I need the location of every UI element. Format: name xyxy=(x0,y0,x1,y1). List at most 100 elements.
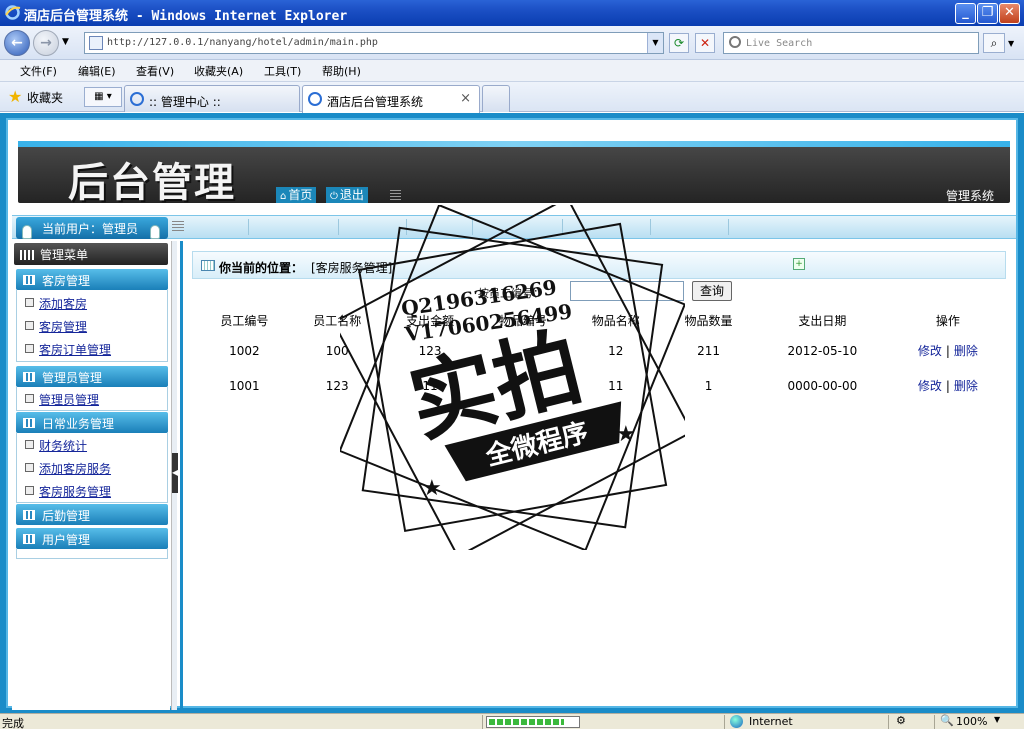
table-row: 1002 100 123 12 211 2012-05-10 修改 | 删除 xyxy=(198,333,1006,368)
search-field[interactable]: Live Search xyxy=(723,32,979,54)
close-tab-icon[interactable]: × xyxy=(460,91,471,106)
zoom-level[interactable]: 100% xyxy=(956,715,987,728)
column-header: 物品名称 xyxy=(591,313,640,328)
table-cell: 100 xyxy=(325,343,349,358)
breadcrumb-label: 你当前的位置： xyxy=(219,261,304,275)
home-button[interactable]: ⌂ 首页 xyxy=(276,187,317,203)
site-logo: 后台管理 xyxy=(68,160,236,206)
book-icon xyxy=(23,372,35,382)
sidebar-section-rooms[interactable]: 客房管理 xyxy=(16,269,168,290)
table-cell xyxy=(476,333,569,368)
table-cell: 123 xyxy=(418,343,442,358)
add-icon[interactable]: + xyxy=(793,258,805,270)
column-header: 员工名称 xyxy=(313,313,362,328)
sidebar-section-daily[interactable]: 日常业务管理 xyxy=(16,412,168,433)
restore-button[interactable]: ❐ xyxy=(977,3,998,24)
search-label: 按员工编号： xyxy=(478,287,544,300)
quick-tabs-icon[interactable]: ▦ ▾ xyxy=(84,87,122,107)
admin-frame: 后台管理 ⌂ 首页 ⏻ 退出 管理系统 当前用户：管理员 管理菜单 客房管理 添… xyxy=(6,118,1018,710)
address-toolbar: ← → ▼ http://127.0.0.1/nanyang/hotel/adm… xyxy=(0,26,1024,60)
tab-bar: ★ 收藏夹 ▦ ▾ :: 管理中心 :: 酒店后台管理系统 × xyxy=(0,82,1024,113)
search-go-button[interactable]: ⌕ xyxy=(983,33,1005,53)
address-text: http://127.0.0.1/nanyang/hotel/admin/mai… xyxy=(107,37,378,48)
tab-hotel-admin[interactable]: 酒店后台管理系统 × xyxy=(302,85,480,113)
sidebar-submenu-rooms: 添加客房 客房管理 客房订单管理 xyxy=(16,290,168,362)
menu-bar: 文件(F) 编辑(E) 查看(V) 收藏夹(A) 工具(T) 帮助(H) xyxy=(0,60,1024,82)
pin-icon xyxy=(150,225,160,239)
forward-button[interactable]: → xyxy=(33,30,59,56)
minimize-button[interactable]: _ xyxy=(955,3,976,24)
row-actions: 修改 | 删除 xyxy=(917,379,978,393)
column-header: 支出日期 xyxy=(798,313,847,328)
edit-link[interactable]: 修改 xyxy=(918,344,942,358)
favorites-button[interactable]: 收藏夹 xyxy=(27,89,63,106)
doc-icon xyxy=(25,394,34,403)
address-field[interactable]: http://127.0.0.1/nanyang/hotel/admin/mai… xyxy=(84,32,664,54)
back-button[interactable]: ← xyxy=(4,30,30,56)
divider xyxy=(562,219,563,235)
query-button[interactable]: 查询 xyxy=(692,281,732,301)
new-tab-button[interactable] xyxy=(482,85,510,112)
doc-icon xyxy=(25,344,34,353)
window-titlebar: 酒店后台管理系统 - Windows Internet Explorer _ ❐… xyxy=(0,0,1024,26)
stop-icon[interactable]: ✕ xyxy=(695,33,715,53)
delete-link[interactable]: 删除 xyxy=(954,379,978,393)
book-icon xyxy=(23,510,35,520)
divider xyxy=(650,219,651,235)
sidebar-section-users[interactable]: 用户管理 xyxy=(16,528,168,549)
table-cell: 1002 xyxy=(229,343,260,358)
doc-icon xyxy=(25,486,34,495)
doc-icon xyxy=(25,463,34,472)
logout-button[interactable]: ⏻ 退出 xyxy=(326,187,368,203)
column-header: 员工编号 xyxy=(220,313,269,328)
book-icon xyxy=(23,275,35,285)
breadcrumb-current: [客房服务管理] xyxy=(311,261,393,275)
zoom-dropdown-icon[interactable]: ▼ xyxy=(994,715,1000,724)
sidebar-section-admins[interactable]: 管理员管理 xyxy=(16,366,168,387)
column-header: 支出金额 xyxy=(406,313,455,328)
history-dropdown-icon[interactable]: ▼ xyxy=(62,37,69,47)
table-cell xyxy=(476,368,569,403)
list-icon xyxy=(201,260,215,271)
favorites-star-icon[interactable]: ★ xyxy=(8,87,22,106)
home-icon: ⌂ xyxy=(280,191,287,202)
sidebar-submenu-users xyxy=(16,549,168,559)
sidebar-splitter[interactable]: ◀ xyxy=(171,241,178,710)
power-icon: ⏻ xyxy=(330,191,338,202)
close-window-button[interactable]: ✕ xyxy=(999,3,1020,24)
menu-view[interactable]: 查看(V) xyxy=(136,63,174,79)
breadcrumb: 你当前的位置： [客房服务管理] + xyxy=(192,251,1006,279)
divider xyxy=(728,219,729,235)
tab-admin-center[interactable]: :: 管理中心 :: xyxy=(124,85,300,112)
collapse-arrow-icon[interactable]: ◀ xyxy=(172,453,178,493)
employee-id-input[interactable] xyxy=(570,281,684,301)
refresh-icon[interactable]: ⟳ xyxy=(669,33,689,53)
menu-file[interactable]: 文件(F) xyxy=(20,63,57,79)
status-bar: 完成 Internet ⚙ 🔍 100% ▼ xyxy=(0,713,1024,730)
menu-help[interactable]: 帮助(H) xyxy=(322,63,361,79)
security-zone: Internet xyxy=(749,715,793,728)
table-cell: 123 xyxy=(325,378,349,393)
doc-icon xyxy=(25,298,34,307)
row-actions: 修改 | 删除 xyxy=(917,344,978,358)
sidebar-section-logistics[interactable]: 后勤管理 xyxy=(16,504,168,525)
divider xyxy=(482,715,483,729)
menu-edit[interactable]: 编辑(E) xyxy=(78,63,116,79)
search-options-icon[interactable]: ▼ xyxy=(1008,39,1014,48)
divider xyxy=(472,219,473,235)
menu-tools[interactable]: 工具(T) xyxy=(264,63,301,79)
edit-link[interactable]: 修改 xyxy=(918,379,942,393)
address-dropdown-icon[interactable]: ▼ xyxy=(647,33,663,53)
table-cell: 1 xyxy=(704,378,713,393)
page-viewport: 后台管理 ⌂ 首页 ⏻ 退出 管理系统 当前用户：管理员 管理菜单 客房管理 添… xyxy=(0,113,1024,713)
page-icon xyxy=(89,36,103,50)
protected-mode-icon[interactable]: ⚙ xyxy=(896,714,906,727)
main-content: 你当前的位置： [客房服务管理] + 按员工编号： 查询 员工编号 员工名称 支… xyxy=(188,241,1016,710)
pin-icon xyxy=(22,225,32,239)
ie-page-icon xyxy=(130,92,144,106)
divider xyxy=(888,715,889,729)
doc-icon xyxy=(25,321,34,330)
current-user-label: 当前用户：管理员 xyxy=(42,222,139,236)
delete-link[interactable]: 删除 xyxy=(954,344,978,358)
menu-favorites[interactable]: 收藏夹(A) xyxy=(194,63,243,79)
